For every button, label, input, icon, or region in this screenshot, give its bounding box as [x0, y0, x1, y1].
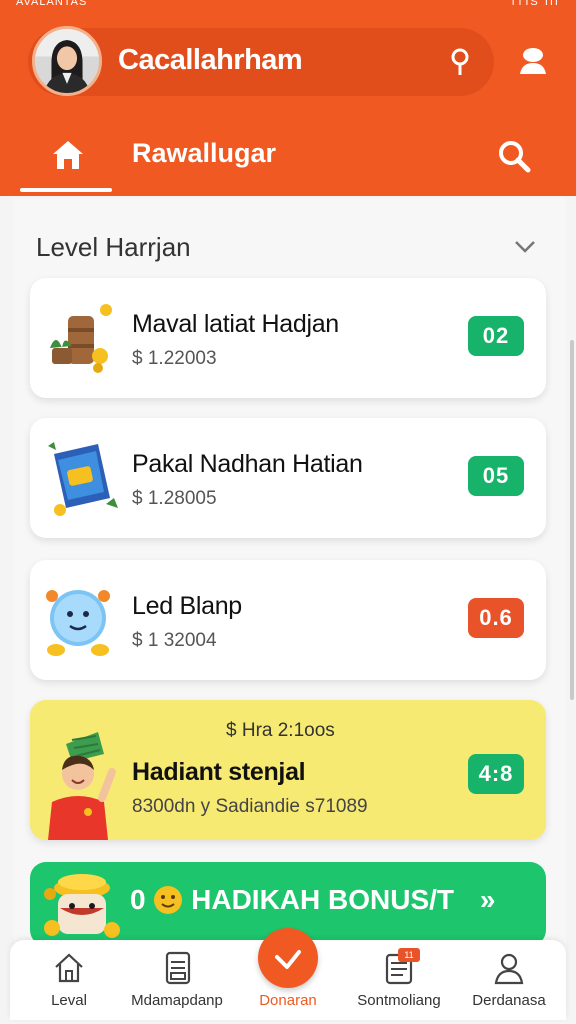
level-badge: 4:8 — [468, 754, 524, 794]
bottom-nav-sontmoliang[interactable]: 11 Sontmoliang — [344, 948, 454, 1016]
level-badge: 0.6 — [468, 598, 524, 638]
bottom-nav-label: Sontmoliang — [357, 992, 441, 1009]
level-badge: 05 — [468, 456, 524, 496]
profile-pill[interactable]: Cacallahrham — [28, 26, 494, 96]
tablet-icon — [165, 951, 191, 985]
featured-card[interactable]: $ Hra 2:1oos Hadiant stenjal 8300dn y Sa… — [30, 700, 546, 840]
smile-emoji-icon — [154, 886, 183, 914]
card-price: $ 1.28005 — [132, 488, 217, 509]
bottom-nav-label-active[interactable]: Donaran — [238, 992, 338, 1009]
bottom-nav-mdamapdanp[interactable]: Mdamapdanp — [122, 950, 232, 1016]
status-bar: AVALANTAS ITIS III — [0, 0, 576, 14]
bottom-nav-label: Mdamapdanp — [131, 992, 223, 1009]
app-header: AVALANTAS ITIS III Cacallahrham Rawallug… — [0, 0, 576, 196]
bottom-navigation: Leval Mdamapdanp Donaran 11 Sontmoliang … — [10, 928, 566, 1020]
home-icon[interactable] — [50, 138, 86, 172]
card-title: Led Blanp — [132, 592, 242, 620]
avatar-photo — [35, 29, 99, 93]
blue-mascot-icon — [46, 590, 110, 656]
card-price: $ 1 32004 — [132, 630, 217, 651]
search-icon[interactable] — [496, 138, 532, 174]
bonus-arrow-icon[interactable]: » — [480, 884, 496, 915]
avatar[interactable] — [32, 26, 102, 96]
bottom-nav-derdanasa[interactable]: Derdanasa — [454, 950, 564, 1016]
card-top-text: $ Hra 2:1oos — [226, 720, 335, 741]
card-title: Hadiant stenjal — [132, 758, 306, 786]
bottom-nav-leval[interactable]: Leval — [14, 950, 124, 1016]
boy-character-icon — [48, 732, 116, 840]
status-right-text: ITIS III — [511, 0, 560, 8]
level-card[interactable]: Maval latiat Hadjan $ 1.22003 02 — [30, 278, 546, 398]
chevron-down-icon[interactable] — [512, 236, 538, 256]
card-subtitle: 8300dn y Sadiandie s71089 — [132, 796, 368, 817]
notification-badge: 11 — [398, 948, 420, 962]
card-price: $ 1.22003 — [132, 348, 217, 369]
account-icon[interactable] — [516, 44, 550, 78]
status-left-text: AVALANTAS — [16, 0, 88, 8]
bonus-prefix: 0 — [130, 884, 146, 915]
section-title: Level Harrjan — [36, 232, 191, 262]
location-pin-icon[interactable] — [450, 48, 470, 76]
bottom-nav-donaran[interactable] — [258, 928, 318, 988]
treasure-chest-icon — [50, 304, 112, 373]
wallet-icon — [48, 442, 118, 516]
card-title: Maval latiat Hadjan — [132, 310, 339, 338]
bonus-label: 0 HADIKAH BONUS/T » — [130, 884, 495, 916]
nav-title[interactable]: Rawallugar — [132, 138, 276, 169]
scrollbar[interactable] — [570, 340, 574, 700]
bottom-nav-label: Leval — [51, 992, 87, 1009]
coin-stack-icon — [44, 874, 120, 938]
level-badge: 02 — [468, 316, 524, 356]
check-icon — [275, 950, 301, 969]
level-card[interactable]: Led Blanp $ 1 32004 0.6 — [30, 560, 546, 680]
active-tab-indicator — [20, 188, 112, 192]
bottom-nav-label: Derdanasa — [472, 992, 546, 1009]
level-card[interactable]: Pakal Nadhan Hatian $ 1.28005 05 — [30, 418, 546, 538]
profile-name: Cacallahrham — [118, 44, 303, 76]
card-title: Pakal Nadhan Hatian — [132, 450, 363, 478]
bonus-text: HADIKAH BONUS/T — [191, 884, 455, 915]
home-outline-icon — [55, 953, 83, 983]
user-icon — [494, 953, 524, 985]
